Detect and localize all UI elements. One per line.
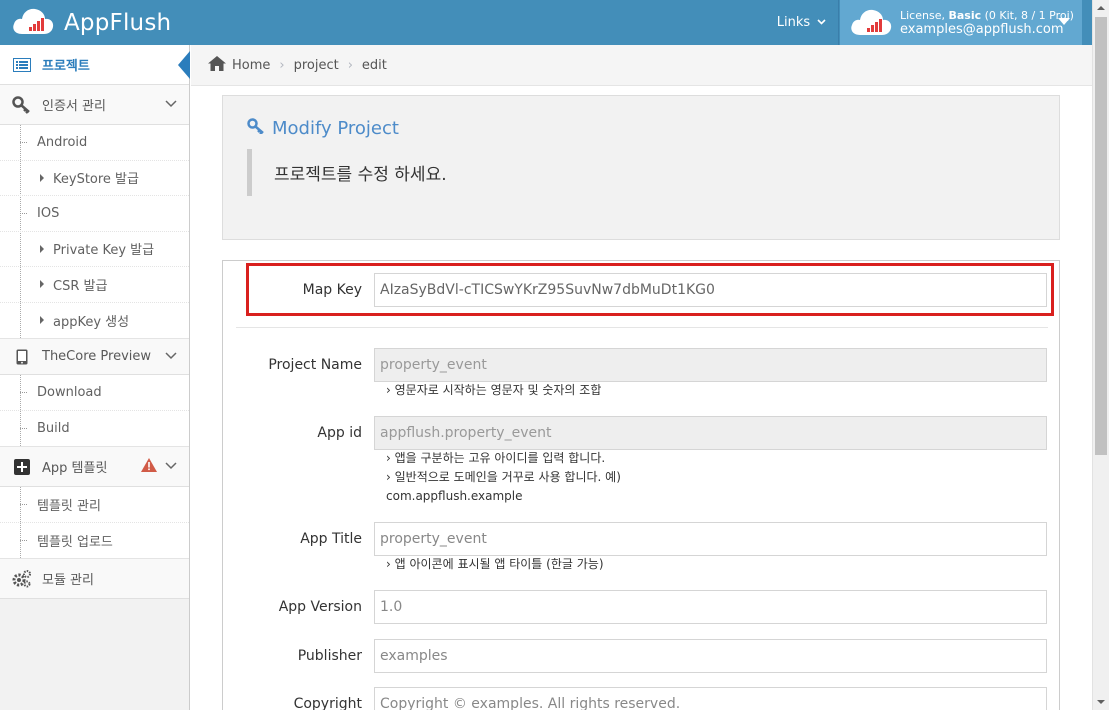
sidebar-item-keystore[interactable]: KeyStore 발급: [0, 161, 189, 196]
form-divider: [236, 327, 1048, 328]
scroll-thumb[interactable]: [1095, 17, 1107, 455]
sidebar-item-label: Download: [37, 384, 102, 400]
chevron-down-icon: [165, 97, 177, 112]
caret-right-icon: [40, 316, 44, 325]
sidebar-item-label: KeyStore 발급: [53, 172, 139, 188]
publisher-label: Publisher: [297, 648, 362, 664]
chevron-down-icon: [817, 17, 826, 28]
copyright-label: Copyright: [293, 696, 362, 710]
caret-right-icon: [40, 244, 44, 253]
preview-submenu: Download Build: [0, 375, 189, 447]
links-label: Links: [776, 15, 811, 30]
app-id-hint-1: › 앱을 구분하는 고유 아이디를 입력 합니다.: [386, 451, 606, 465]
caret-down-icon: [1058, 18, 1070, 25]
template-submenu: 템플릿 관리 템플릿 업로드: [0, 487, 189, 559]
breadcrumb-edit: edit: [361, 57, 387, 73]
map-key-field[interactable]: AIzaSyBdVl-cTICSwYKrZ95SuvNw7dbMuDt1KG0: [374, 273, 1047, 307]
main-content: Modify Project 프로젝트를 수정 하세요. Map Key AIz…: [191, 87, 1092, 710]
app-id-hint-3: com.appflush.example: [386, 489, 523, 503]
app-version-label: App Version: [278, 599, 362, 615]
app-id-field[interactable]: appflush.property_event: [374, 416, 1047, 450]
sidebar-item-label: Private Key 발급: [53, 243, 155, 259]
sidebar-item-label: 모듈 관리: [42, 573, 94, 588]
publisher-input[interactable]: examples: [374, 639, 1047, 673]
page-title: Modify Project: [247, 118, 399, 139]
vertical-scrollbar[interactable]: [1092, 0, 1109, 710]
breadcrumb-home[interactable]: Home: [232, 58, 270, 73]
app-version-input[interactable]: 1.0: [374, 590, 1047, 624]
sidebar-item-private-key[interactable]: Private Key 발급: [0, 232, 189, 267]
cert-submenu: Android KeyStore 발급 IOS Private Key 발급 C…: [0, 125, 189, 339]
sidebar-item-android[interactable]: Android: [0, 125, 189, 161]
chevron-down-icon: [165, 349, 177, 364]
chevron-right-icon: ›: [279, 57, 285, 73]
sidebar: 프로젝트 인증서 관리 Android KeyStore 발급 IOS Priv…: [0, 45, 190, 710]
page-subtitle: 프로젝트를 수정 하세요.: [247, 149, 447, 196]
user-email: examples@appflush.com: [900, 21, 1064, 37]
sidebar-item-download[interactable]: Download: [0, 375, 189, 411]
sidebar-item-label: TheCore Preview: [42, 349, 152, 364]
list-icon: [12, 56, 32, 74]
tablet-icon: [12, 348, 32, 366]
sidebar-item-module-mgmt[interactable]: 모듈 관리: [0, 559, 189, 599]
page-header: Modify Project 프로젝트를 수정 하세요.: [222, 95, 1060, 240]
project-name-label: Project Name: [268, 357, 362, 373]
map-key-label: Map Key: [302, 282, 362, 298]
sidebar-item-project[interactable]: 프로젝트: [0, 45, 190, 85]
project-name-hint: › 영문자로 시작하는 영문자 및 숫자의 조합: [386, 383, 602, 397]
links-dropdown[interactable]: Links: [765, 0, 839, 45]
copyright-input[interactable]: Copyright © examples. All rights reserve…: [374, 687, 1047, 710]
sidebar-item-label: 템플릿 업로드: [37, 534, 113, 550]
key-icon: [12, 95, 32, 114]
sidebar-item-label: 인증서 관리: [42, 99, 106, 114]
caret-right-icon: [40, 173, 44, 182]
user-menu[interactable]: License, Basic (0 Kit, 8 / 1 Proj) examp…: [840, 0, 1082, 45]
sidebar-item-build[interactable]: Build: [0, 411, 189, 447]
sidebar-item-label: Android: [37, 134, 88, 150]
chevron-right-icon: ›: [347, 57, 353, 73]
cloud-logo-icon: [10, 4, 56, 42]
breadcrumb: Home › project › edit: [191, 45, 1092, 86]
top-navbar: AppFlush Links License, Basic (0 Kit, 8 …: [0, 0, 1092, 45]
breadcrumb-project[interactable]: project: [294, 58, 339, 73]
scroll-up-arrow-icon[interactable]: [1097, 6, 1105, 10]
caret-right-icon: [40, 280, 44, 289]
chevron-down-icon: [165, 459, 177, 474]
plus-square-icon: [12, 458, 32, 476]
sidebar-item-ios[interactable]: IOS: [0, 196, 189, 232]
sidebar-item-label: 템플릿 관리: [37, 498, 101, 514]
key-icon: [247, 118, 265, 139]
project-name-field[interactable]: property_event: [374, 348, 1047, 382]
gears-icon: [12, 569, 32, 588]
warning-icon: [141, 458, 157, 476]
sidebar-item-csr[interactable]: CSR 발급: [0, 267, 189, 303]
app-id-hint-2: › 일반적으로 도메인을 거꾸로 사용 합니다. 예): [386, 470, 621, 484]
sidebar-item-label: App 템플릿: [42, 461, 108, 476]
sidebar-item-label: CSR 발급: [53, 278, 108, 294]
scroll-down-arrow-icon[interactable]: [1097, 700, 1105, 704]
sidebar-item-appkey[interactable]: appKey 생성: [0, 303, 189, 339]
sidebar-item-label: appKey 생성: [53, 314, 130, 330]
app-title-label: App Title: [300, 531, 362, 547]
license-info: License, Basic (0 Kit, 8 / 1 Proj): [900, 8, 1074, 22]
brand-logo[interactable]: AppFlush: [10, 4, 171, 41]
page-title-text: Modify Project: [272, 118, 399, 139]
sidebar-item-app-template[interactable]: App 템플릿: [0, 447, 189, 487]
sidebar-item-label: 프로젝트: [42, 59, 90, 74]
sidebar-item-label: Build: [37, 420, 70, 436]
sidebar-item-cert-mgmt[interactable]: 인증서 관리: [0, 85, 189, 125]
app-id-label: App id: [317, 425, 362, 441]
sidebar-item-template-upload[interactable]: 템플릿 업로드: [0, 523, 189, 559]
sidebar-item-thecore-preview[interactable]: TheCore Preview: [0, 339, 189, 375]
home-icon[interactable]: [208, 55, 226, 75]
user-avatar-icon: [848, 3, 894, 43]
sidebar-item-label: IOS: [37, 205, 60, 221]
brand-name: AppFlush: [64, 9, 172, 36]
sidebar-item-template-mgmt[interactable]: 템플릿 관리: [0, 487, 189, 523]
app-title-input[interactable]: property_event: [374, 522, 1047, 556]
app-title-hint: › 앱 아이콘에 표시될 앱 타이틀 (한글 가능): [386, 557, 604, 571]
